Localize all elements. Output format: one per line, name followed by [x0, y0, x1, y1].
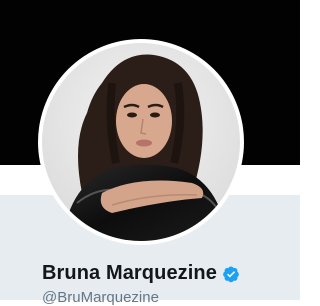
profile-name-row: Bruna Marquezine [42, 262, 240, 285]
profile-handle[interactable]: @BruMarquezine [42, 289, 159, 306]
profile-avatar[interactable] [38, 39, 244, 245]
profile-display-name[interactable]: Bruna Marquezine [42, 262, 217, 285]
profile-photo [42, 43, 240, 241]
verified-badge-icon [222, 265, 240, 283]
